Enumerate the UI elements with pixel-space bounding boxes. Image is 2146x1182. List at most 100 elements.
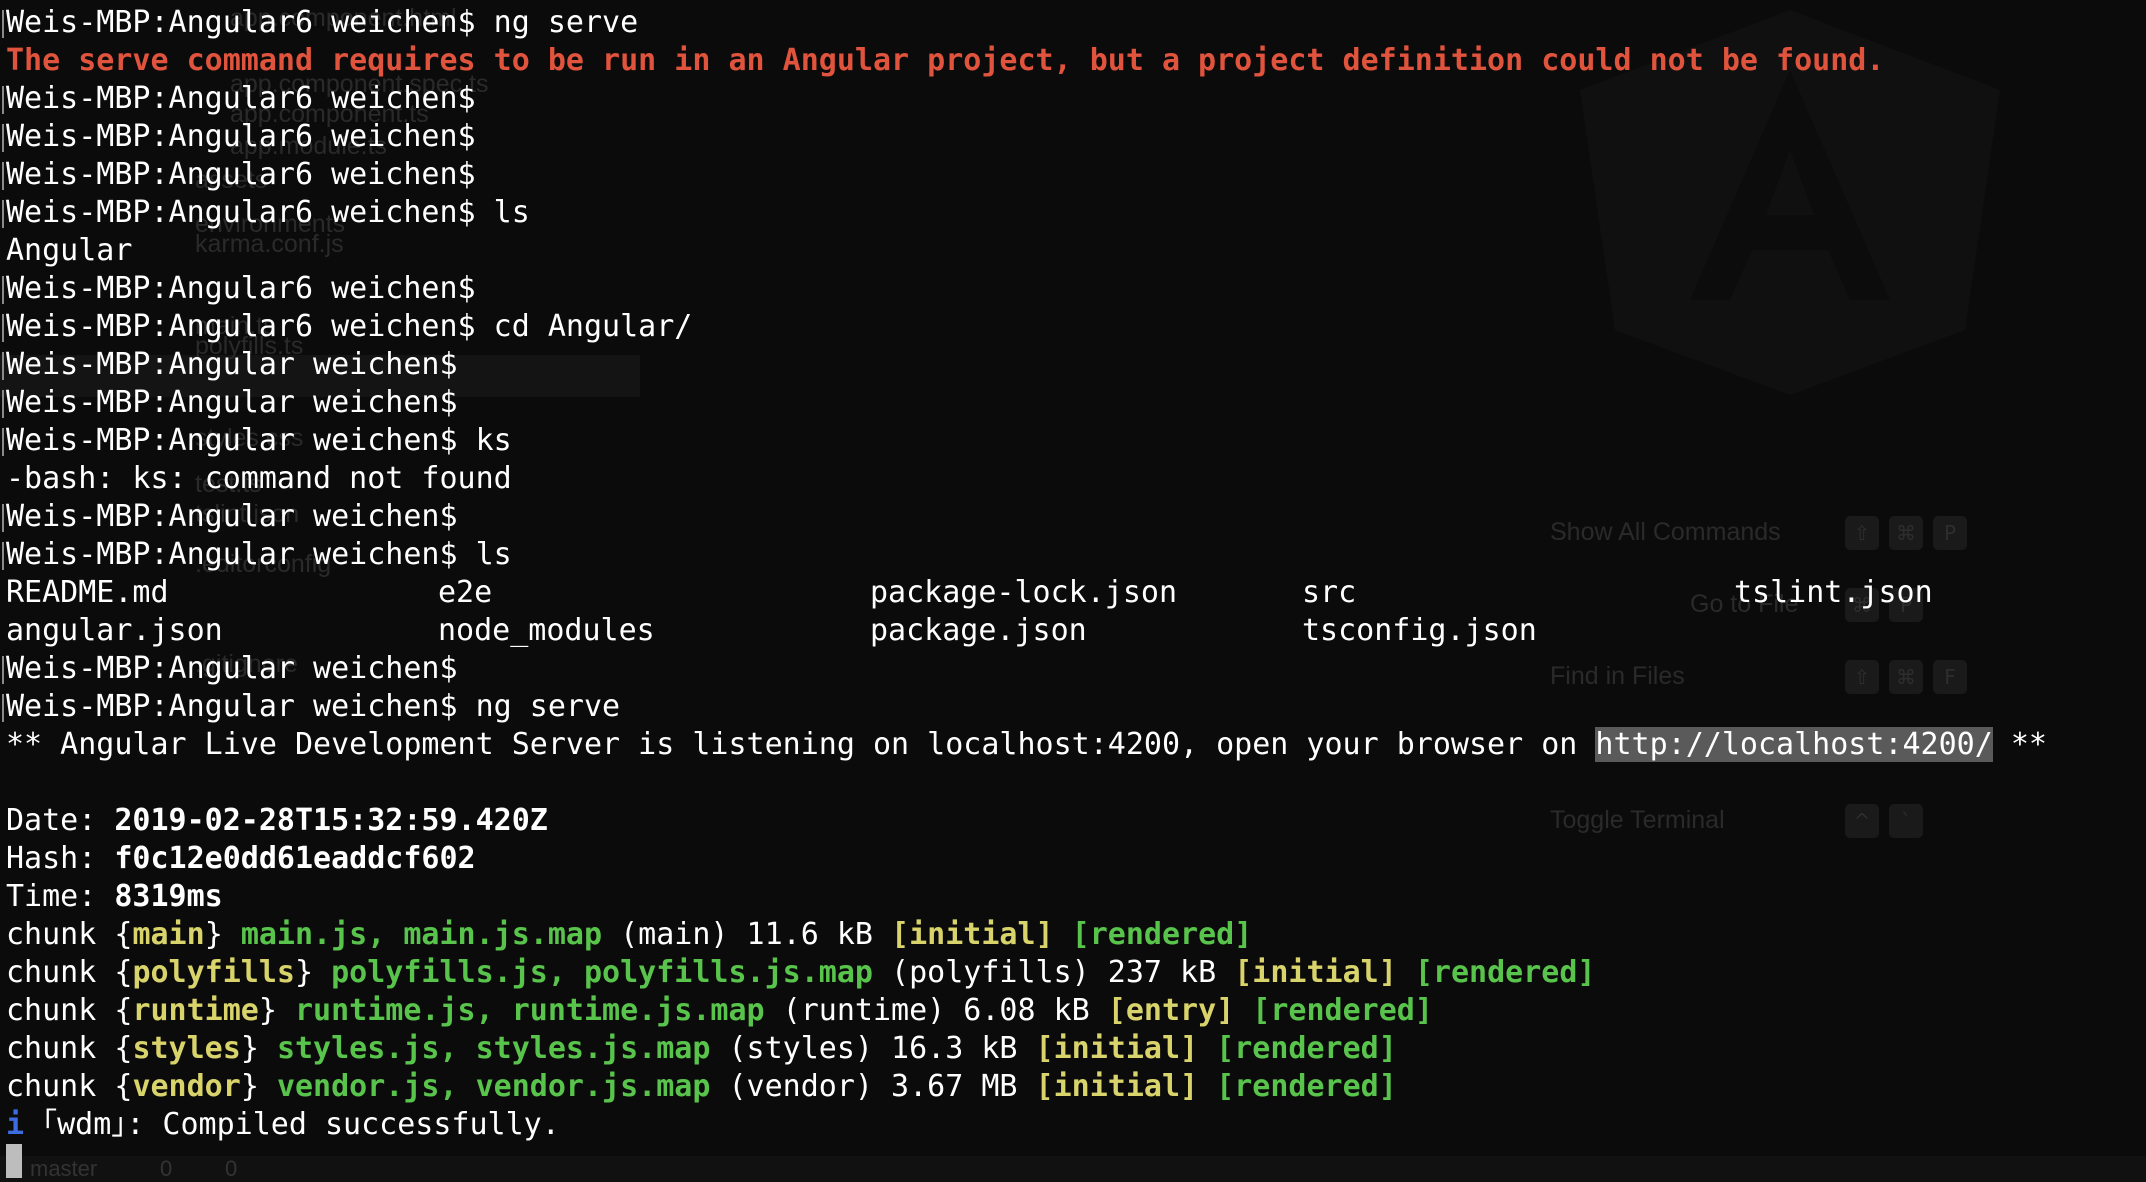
ghost-status-bar: master 0 0	[0, 1156, 2146, 1182]
ls-entry: tsconfig.json	[1302, 613, 1537, 648]
chunk-paren: (vendor)	[728, 1069, 873, 1104]
chunk-tag: [initial]	[1234, 955, 1397, 990]
chunk-name: styles	[132, 1031, 241, 1066]
terminal-line: Weis-MBP:Angular weichen$ ks	[0, 422, 2146, 460]
terminal-line: Weis-MBP:Angular weichen$	[0, 650, 2146, 688]
ls-entry: node_modules	[438, 613, 655, 648]
chunk-paren: (runtime)	[782, 993, 946, 1028]
chunk-rendered-tag: [rendered]	[1414, 955, 1596, 990]
date-label: Date:	[6, 803, 115, 838]
terminal-line: Weis-MBP:Angular weichen$	[0, 346, 2146, 384]
chunk-name: polyfills	[132, 955, 295, 990]
error-line: The serve command requires to be run in …	[6, 43, 1885, 78]
terminal-line: Weis-MBP:Angular6 weichen$	[0, 80, 2146, 118]
chunk-name: vendor	[132, 1069, 241, 1104]
date-value: 2019-02-28T15:32:59.420Z	[114, 803, 548, 838]
brace-open: {	[114, 955, 133, 990]
chunk-rendered-tag: [rendered]	[1252, 993, 1433, 1028]
chunk-line: chunk {polyfills} polyfills.js, polyfill…	[0, 954, 2146, 992]
ls-entry: angular.json	[6, 613, 223, 648]
ls-entry: src	[1302, 575, 1357, 610]
chunk-rendered-tag: [rendered]	[1071, 917, 1253, 952]
chunk-line: chunk {styles} styles.js, styles.js.map …	[0, 1030, 2146, 1068]
chunk-tag: [initial]	[891, 917, 1054, 952]
brace-close: }	[204, 917, 241, 952]
chunk-size: 3.67 MB	[891, 1069, 1018, 1104]
terminal-line: Angular	[6, 233, 133, 268]
chunk-files: runtime.js, runtime.js.map	[295, 993, 765, 1028]
brace-close: }	[240, 1069, 277, 1104]
chunk-rendered-tag: [rendered]	[1216, 1031, 1397, 1066]
brace-close: }	[240, 1031, 277, 1066]
ghost-errors: 0	[160, 1156, 173, 1181]
chunk-files: polyfills.js, polyfills.js.map	[331, 955, 873, 990]
info-icon: i	[6, 1107, 25, 1142]
chunk-size: 11.6 kB	[746, 917, 873, 952]
terminal-line: Weis-MBP:Angular6 weichen$	[0, 270, 2146, 308]
brace-open: {	[114, 1069, 133, 1104]
hash-line: Hash: f0c12e0dd61eaddcf602	[0, 840, 2146, 878]
chunk-name: runtime	[132, 993, 259, 1028]
chunk-word: chunk	[6, 955, 115, 990]
terminal-line: Weis-MBP:Angular weichen$ ls	[0, 536, 2146, 574]
server-listening-line: ** Angular Live Development Server is li…	[0, 726, 2146, 764]
chunk-name: main	[132, 917, 205, 952]
ls-entry: e2e	[438, 575, 493, 610]
chunk-tag: [initial]	[1035, 1069, 1199, 1104]
terminal-line: Weis-MBP:Angular6 weichen$ ng serve	[0, 4, 2146, 42]
brace-close: }	[258, 993, 295, 1028]
terminal-line: Weis-MBP:Angular6 weichen$	[0, 118, 2146, 156]
ls-entry: tslint.json	[1734, 575, 1933, 610]
brace-open: {	[114, 993, 133, 1028]
time-value: 8319ms	[114, 879, 223, 914]
chunk-rendered-tag: [rendered]	[1216, 1069, 1397, 1104]
chunk-paren: (styles)	[728, 1031, 873, 1066]
chunk-tag: [initial]	[1035, 1031, 1199, 1066]
chunk-list: chunk {main} main.js, main.js.map (main)…	[0, 916, 2146, 1106]
chunk-word: chunk	[6, 993, 115, 1028]
chunk-word: chunk	[6, 1031, 115, 1066]
chunk-paren: (main)	[620, 917, 729, 952]
chunk-files: styles.js, styles.js.map	[276, 1031, 711, 1066]
terminal-cursor	[6, 1144, 22, 1178]
terminal-line: -bash: ks: command not found	[6, 461, 512, 496]
brace-open: {	[114, 1031, 133, 1066]
chunk-line: chunk {vendor} vendor.js, vendor.js.map …	[0, 1068, 2146, 1106]
server-text: ** Angular Live Development Server is li…	[6, 727, 1596, 762]
chunk-tag: [entry]	[1107, 993, 1235, 1028]
date-line: Date: 2019-02-28T15:32:59.420Z	[0, 802, 2146, 840]
ls-entry: package-lock.json	[870, 575, 1178, 610]
wdm-tag: ｢wdm｣	[42, 1107, 127, 1142]
terminal-line: Weis-MBP:Angular weichen$	[0, 384, 2146, 422]
chunk-line: chunk {runtime} runtime.js, runtime.js.m…	[0, 992, 2146, 1030]
chunk-line: chunk {main} main.js, main.js.map (main)…	[0, 916, 2146, 954]
terminal-output[interactable]: Weis-MBP:Angular6 weichen$ ng serve The …	[0, 4, 2146, 1144]
chunk-size: 6.08 kB	[963, 993, 1090, 1028]
terminal-line: Weis-MBP:Angular6 weichen$ ls	[0, 194, 2146, 232]
terminal-line: Weis-MBP:Angular weichen$ ng serve	[0, 688, 2146, 726]
ls-output-row: angular.json node_modules package.json t…	[0, 612, 2146, 650]
ls-output-row: README.md e2e package-lock.json src tsli…	[0, 574, 2146, 612]
localhost-link[interactable]: http://localhost:4200/	[1595, 727, 1993, 762]
chunk-word: chunk	[6, 1069, 115, 1104]
ghost-branch: master	[30, 1156, 98, 1181]
ls-entry: README.md	[6, 575, 169, 610]
hash-label: Hash:	[6, 841, 115, 876]
